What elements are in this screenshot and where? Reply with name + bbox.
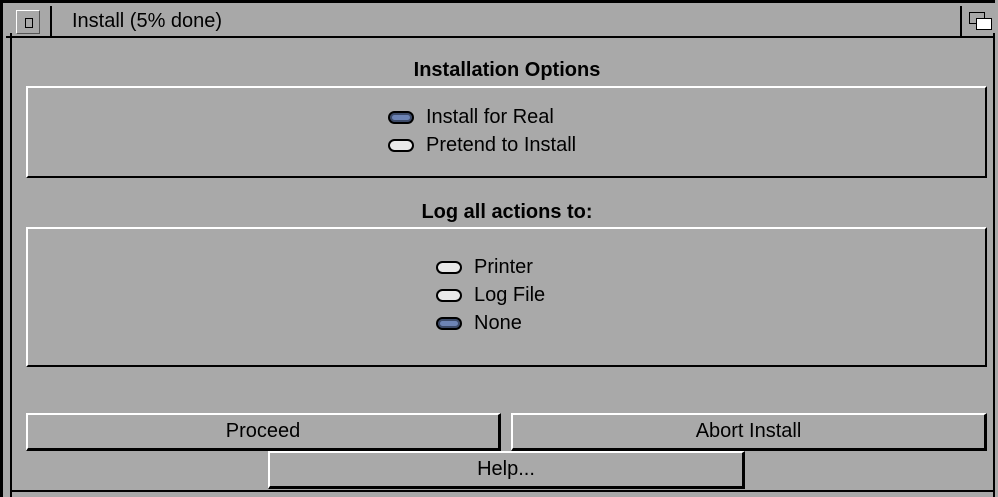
radio-button-icon[interactable] <box>388 110 414 124</box>
window-bottom-border <box>10 490 995 492</box>
log-actions-heading: Log all actions to: <box>421 201 593 223</box>
abort-install-button[interactable]: Abort Install <box>511 413 987 451</box>
radio-button-icon[interactable] <box>436 288 462 302</box>
radio-label: None <box>474 311 522 334</box>
help-button[interactable]: Help... <box>268 451 745 489</box>
proceed-button[interactable]: Proceed <box>26 413 501 451</box>
radio-printer[interactable]: Printer <box>436 254 533 280</box>
installation-options-group: Install for Real Pretend to Install <box>26 86 987 178</box>
radio-install-for-real[interactable]: Install for Real <box>388 104 554 130</box>
radio-label: Install for Real <box>426 105 554 128</box>
radio-log-file[interactable]: Log File <box>436 282 545 308</box>
depth-arrange-icon[interactable] <box>960 6 998 36</box>
depth-front-box <box>976 18 992 30</box>
radio-label: Log File <box>474 283 546 306</box>
radio-label: Printer <box>474 255 533 278</box>
close-gadget-icon[interactable] <box>16 10 40 34</box>
radio-button-icon[interactable] <box>388 138 414 152</box>
title-bar[interactable]: Install (5% done) <box>6 6 998 38</box>
window-inner-border <box>10 33 12 497</box>
radio-none[interactable]: None <box>436 310 522 336</box>
close-gadget-glyph <box>25 18 33 28</box>
installation-options-heading: Installation Options <box>413 59 601 81</box>
radio-button-icon[interactable] <box>436 316 462 330</box>
radio-label: Pretend to Install <box>426 133 577 156</box>
log-actions-group: Printer Log File None <box>26 227 987 367</box>
window-title: Install (5% done) <box>72 10 223 32</box>
radio-button-icon[interactable] <box>436 260 462 274</box>
radio-pretend-to-install[interactable]: Pretend to Install <box>388 132 576 158</box>
titlebar-separator <box>50 6 52 36</box>
